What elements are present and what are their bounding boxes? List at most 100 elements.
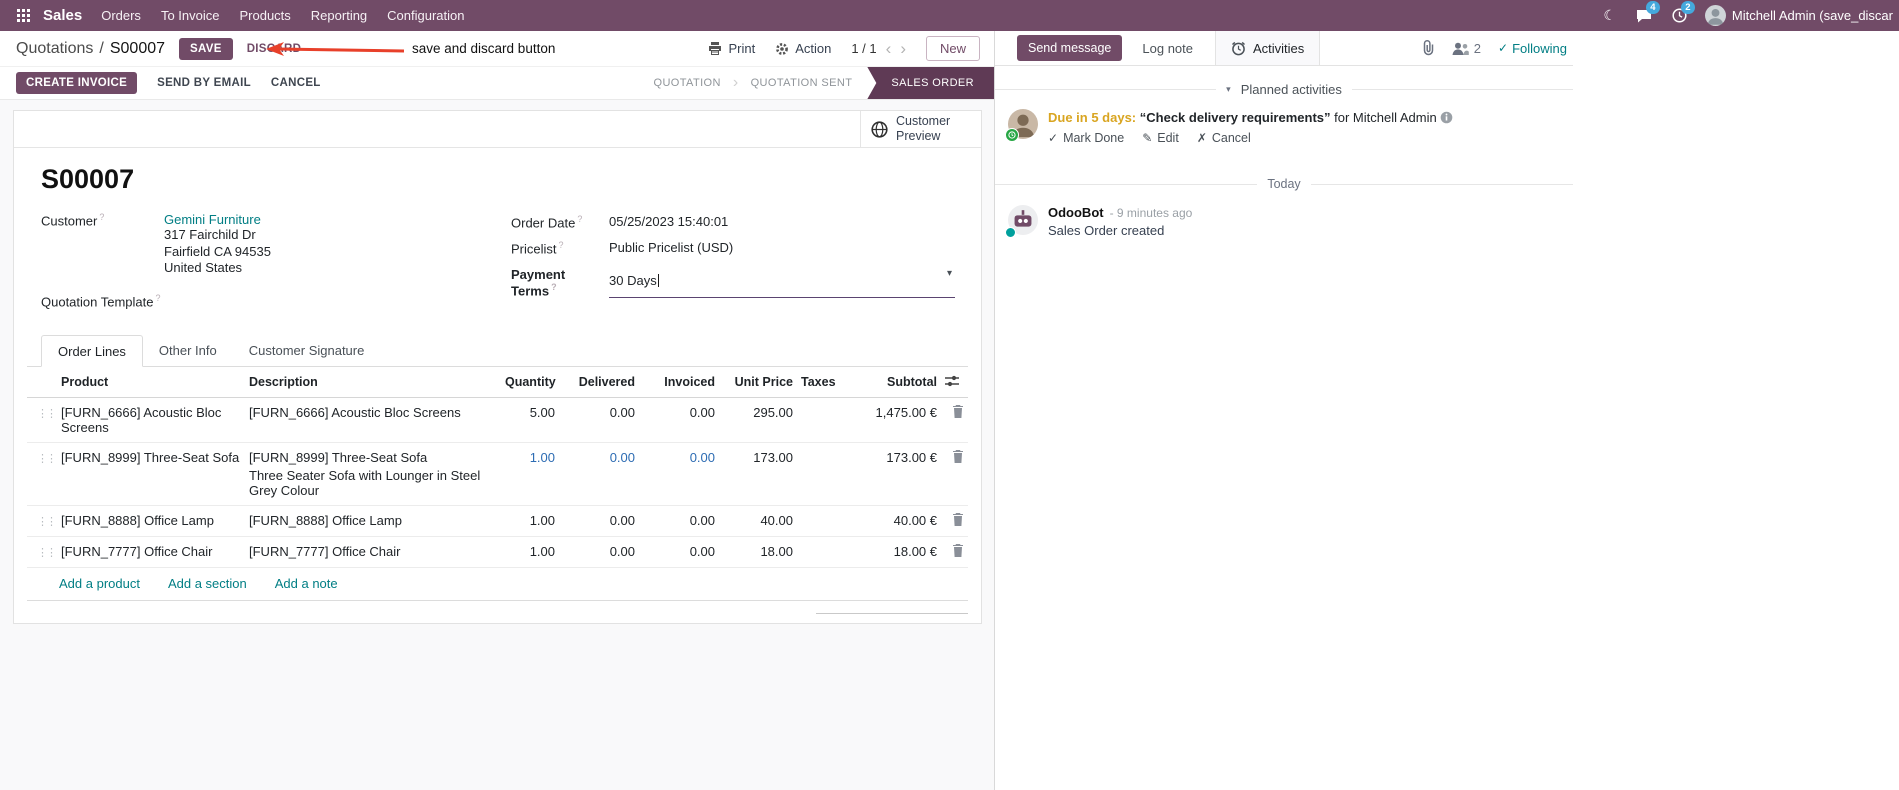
status-quotation[interactable]: QUOTATION (639, 67, 736, 99)
activities-badge: 2 (1680, 1, 1695, 14)
nav-menu-to-invoice[interactable]: To Invoice (151, 0, 230, 31)
delivered-cell: 0.00 (559, 397, 639, 443)
planned-activities-header[interactable]: ▾ Planned activities (995, 82, 1573, 97)
table-row[interactable]: ⋮⋮ [FURN_6666] Acoustic Bloc Screens [FU… (27, 397, 968, 443)
customer-preview-label: Customer Preview (896, 114, 951, 143)
form-view: Customer Preview S00007 Customer? Gemini… (0, 100, 994, 790)
pager: 1 / 1 ‹ › (851, 40, 906, 57)
create-invoice-button[interactable]: CREATE INVOICE (16, 72, 138, 94)
log-note-button[interactable]: Log note (1142, 41, 1193, 56)
activities-menu[interactable]: 2 (1662, 0, 1697, 31)
gear-icon (776, 42, 789, 55)
delete-row-icon[interactable] (952, 404, 964, 421)
status-quotation-sent[interactable]: QUOTATION SENT (736, 67, 868, 99)
add-product-link[interactable]: Add a product (59, 576, 140, 591)
pager-next-icon[interactable]: › (900, 40, 906, 57)
nav-menu-orders[interactable]: Orders (91, 0, 151, 31)
taxes-cell (797, 536, 849, 568)
delete-row-icon[interactable] (952, 449, 964, 466)
pager-previous-icon[interactable]: ‹ (886, 40, 892, 57)
form-sheet: Customer Preview S00007 Customer? Gemini… (13, 110, 982, 624)
dropdown-caret-icon[interactable]: ▾ (947, 268, 952, 279)
user-name[interactable]: Mitchell Admin (save_discar (1726, 8, 1899, 23)
activities-tab[interactable]: Activities (1215, 31, 1321, 65)
cancel-activity-button[interactable]: ✗ Cancel (1197, 131, 1251, 145)
customer-value: Gemini Furniture 317 Fairchild Dr Fairfi… (164, 212, 271, 277)
order-date-field[interactable]: Order Date? 05/25/2023 15:40:01 (511, 214, 955, 230)
nav-menu-reporting[interactable]: Reporting (301, 0, 377, 31)
message-author[interactable]: OdooBot (1048, 205, 1104, 220)
quotation-template-field[interactable]: Quotation Template? (41, 293, 511, 309)
nav-menu-products[interactable]: Products (229, 0, 300, 31)
attachments-button[interactable] (1421, 40, 1435, 56)
pencil-icon: ✎ (1142, 131, 1153, 145)
drag-handle-icon[interactable]: ⋮⋮ (31, 516, 57, 528)
breadcrumb-current: S00007 (109, 39, 166, 57)
product-column-header[interactable]: Product (57, 366, 245, 398)
taxes-column-header[interactable]: Taxes (797, 366, 849, 398)
optional-columns-icon[interactable] (941, 366, 968, 398)
add-note-link[interactable]: Add a note (275, 576, 338, 591)
quantity-column-header[interactable]: Quantity (501, 366, 559, 398)
pricelist-value[interactable]: Public Pricelist (USD) (609, 240, 733, 256)
delivered-column-header[interactable]: Delivered (559, 366, 639, 398)
breadcrumb-separator: / (99, 39, 104, 57)
unit-price-cell: 173.00 (719, 442, 797, 506)
app-name[interactable]: Sales (39, 7, 91, 24)
message-body: Sales Order created (1048, 223, 1165, 238)
total-box: Total: 1,706.00 € (816, 612, 968, 623)
apps-menu-icon[interactable] (8, 9, 39, 22)
send-message-button[interactable]: Send message (1017, 35, 1123, 61)
action-button[interactable]: Action (775, 41, 831, 56)
delete-row-icon[interactable] (952, 512, 964, 529)
new-button[interactable]: New (925, 36, 980, 61)
unit-price-column-header[interactable]: Unit Price (719, 366, 797, 398)
drag-handle-icon[interactable]: ⋮⋮ (31, 547, 57, 559)
table-row[interactable]: ⋮⋮ [FURN_8999] Three-Seat Sofa [FURN_899… (27, 442, 968, 506)
tab-other-info[interactable]: Other Info (143, 335, 233, 366)
order-date-value[interactable]: 05/25/2023 15:40:01 (609, 214, 728, 230)
pricelist-field[interactable]: Pricelist? Public Pricelist (USD) (511, 240, 955, 256)
invoiced-column-header[interactable]: Invoiced (639, 366, 719, 398)
dark-mode-toggle[interactable]: ☾ (1593, 0, 1626, 31)
save-button[interactable]: SAVE (179, 37, 233, 60)
edit-label: Edit (1157, 131, 1179, 145)
customer-link[interactable]: Gemini Furniture (164, 212, 261, 227)
edit-activity-button[interactable]: ✎ Edit (1142, 131, 1179, 145)
annotation-arrow (266, 42, 405, 56)
following-button[interactable]: ✓ Following (1498, 41, 1567, 56)
user-avatar[interactable] (1704, 5, 1726, 26)
cancel-button[interactable]: CANCEL (271, 77, 321, 89)
delete-row-icon[interactable] (952, 543, 964, 560)
avatar-image (1704, 5, 1726, 26)
tab-customer-signature[interactable]: Customer Signature (233, 335, 381, 366)
tab-order-lines[interactable]: Order Lines (41, 334, 143, 367)
product-cell: [FURN_7777] Office Chair (57, 536, 245, 568)
add-section-link[interactable]: Add a section (168, 576, 247, 591)
action-label: Action (795, 41, 832, 56)
payment-terms-input[interactable]: 30 Days ▾ (609, 267, 955, 298)
subtotal-column-header[interactable]: Subtotal (849, 366, 941, 398)
messages-menu[interactable]: 4 (1626, 0, 1662, 31)
customer-preview-button[interactable]: Customer Preview (860, 111, 981, 147)
description-column-header[interactable]: Description (245, 366, 501, 398)
table-footer-links: Add a product Add a section Add a note (27, 568, 968, 601)
print-button[interactable]: Print (708, 41, 755, 56)
table-row[interactable]: ⋮⋮ [FURN_8888] Office Lamp [FURN_8888] O… (27, 505, 968, 537)
drag-handle-icon[interactable]: ⋮⋮ (31, 408, 57, 420)
terms-placeholder[interactable]: Terms and conditions... (31, 613, 165, 623)
status-sales-order[interactable]: SALES ORDER (867, 67, 994, 99)
nav-menu-configuration[interactable]: Configuration (377, 0, 474, 31)
following-label: Following (1512, 40, 1567, 56)
drag-handle-icon[interactable]: ⋮⋮ (31, 453, 57, 465)
send-by-email-button[interactable]: SEND BY EMAIL (157, 77, 251, 89)
workflow-buttons: CREATE INVOICE SEND BY EMAIL CANCEL (16, 67, 321, 99)
breadcrumb-quotations-link[interactable]: Quotations (16, 40, 93, 58)
table-row[interactable]: ⋮⋮ [FURN_7777] Office Chair [FURN_7777] … (27, 536, 968, 568)
mark-done-button[interactable]: ✓ Mark Done (1048, 131, 1124, 145)
info-icon[interactable] (1440, 111, 1453, 124)
followers-button[interactable]: 2 (1452, 41, 1481, 56)
help-marker: ? (551, 281, 557, 292)
top-navbar: Sales Orders To Invoice Products Reporti… (0, 0, 1899, 31)
help-marker: ? (99, 212, 105, 222)
